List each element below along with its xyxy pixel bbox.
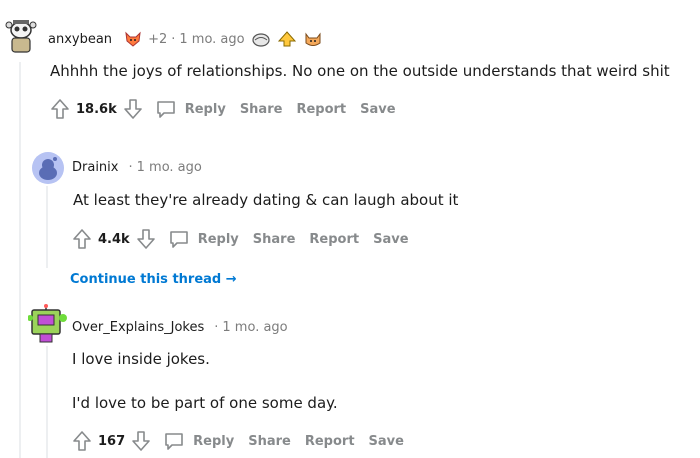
comment-meta: anxybean +2 · 1 mo. ago [48, 31, 323, 47]
share-button[interactable]: Share [240, 102, 283, 117]
comment-timestamp[interactable]: 1 mo. ago [222, 320, 287, 335]
reply-label: Reply [193, 433, 235, 449]
share-button[interactable]: Share [253, 232, 296, 247]
comment-actions: 18.6k Reply Share Report Save [50, 98, 396, 120]
award-cat-icon[interactable] [303, 31, 323, 47]
award-count[interactable]: +2 [148, 32, 167, 47]
downvote-icon[interactable] [131, 430, 151, 452]
continue-thread-label: Continue this thread [70, 272, 222, 287]
upvote-icon[interactable] [50, 98, 70, 120]
vote-score: 4.4k [98, 231, 130, 247]
reply-button[interactable]: Reply [163, 431, 234, 451]
report-button[interactable]: Report [305, 434, 355, 449]
avatar[interactable] [32, 152, 64, 184]
report-button[interactable]: Report [309, 232, 359, 247]
comment-body: Ahhhh the joys of relationships. No one … [50, 62, 670, 80]
separator-dot: · [128, 160, 133, 175]
flair-fox-icon [124, 31, 142, 47]
comment-meta: Drainix · 1 mo. ago [72, 160, 202, 175]
upvote-icon[interactable] [72, 430, 92, 452]
save-button[interactable]: Save [369, 434, 404, 449]
save-button[interactable]: Save [373, 232, 408, 247]
upvote-icon[interactable] [72, 228, 92, 250]
comment-meta: Over_Explains_Jokes · 1 mo. ago [72, 320, 288, 335]
comment-body-line-2: I'd love to be part of one some day. [72, 394, 338, 412]
downvote-icon[interactable] [123, 98, 143, 120]
award-up-arrow-icon[interactable] [277, 31, 297, 47]
reply-label: Reply [197, 231, 239, 247]
save-button[interactable]: Save [360, 102, 395, 117]
comment-bubble-icon [155, 99, 177, 119]
downvote-icon[interactable] [136, 228, 156, 250]
comment-actions: 4.4k Reply Share Report Save [72, 228, 409, 250]
arrow-right-icon: → [225, 272, 237, 287]
avatar[interactable] [28, 304, 68, 344]
default-snoo-icon [32, 152, 64, 184]
comment-body-line-1: I love inside jokes. [72, 350, 210, 368]
separator-dot: · [171, 31, 176, 47]
thread-line-drainix[interactable] [46, 186, 48, 268]
username-link[interactable]: Drainix [72, 160, 118, 175]
comment-timestamp[interactable]: 1 mo. ago [179, 32, 244, 47]
username-link[interactable]: anxybean [48, 32, 112, 47]
reply-label: Reply [184, 101, 226, 117]
share-button[interactable]: Share [248, 434, 291, 449]
report-button[interactable]: Report [296, 102, 346, 117]
robot-avatar-icon [28, 304, 67, 343]
comment-bubble-icon [163, 431, 185, 451]
thread-line-over-explains[interactable] [46, 346, 48, 458]
thread-line-root[interactable] [19, 62, 21, 458]
continue-thread-link[interactable]: Continue this thread → [70, 272, 237, 287]
comment-timestamp[interactable]: 1 mo. ago [137, 160, 202, 175]
username-link[interactable]: Over_Explains_Jokes [72, 320, 204, 335]
snoo-avatar-icon [5, 20, 37, 53]
reply-button[interactable]: Reply [168, 229, 239, 249]
comment-body: At least they're already dating & can la… [73, 191, 459, 209]
separator-dot: · [214, 320, 219, 335]
avatar[interactable] [3, 16, 39, 56]
vote-score: 167 [98, 433, 126, 449]
award-helmet-icon[interactable] [251, 31, 271, 47]
reply-button[interactable]: Reply [155, 99, 226, 119]
comment-bubble-icon [168, 229, 190, 249]
comment-actions: 167 Reply Share Report Save [72, 430, 404, 452]
vote-score: 18.6k [76, 101, 117, 117]
